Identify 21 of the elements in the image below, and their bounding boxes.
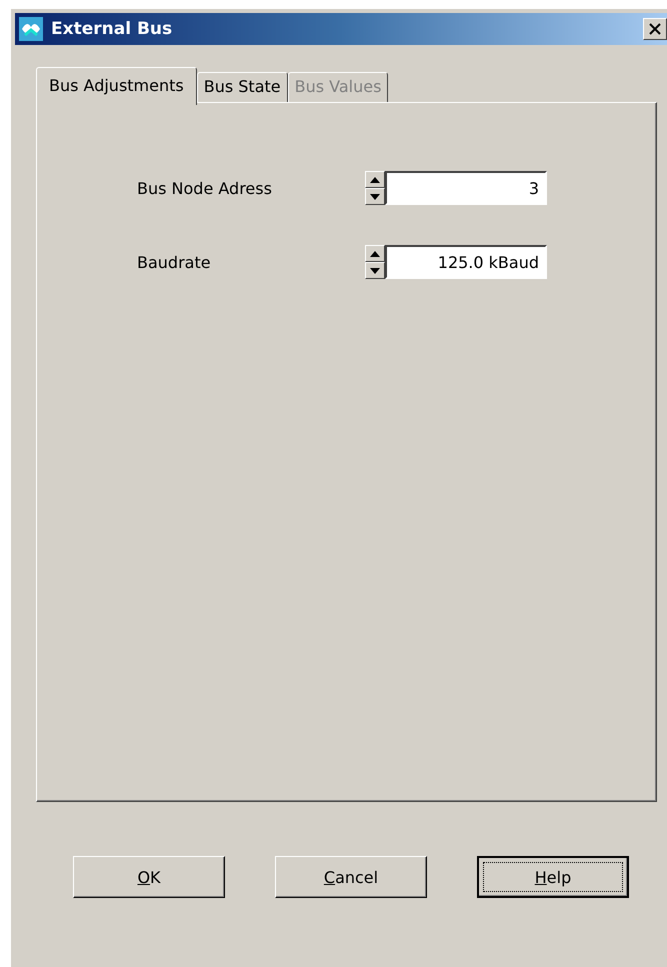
spin-up-button[interactable] [365,245,385,262]
spin-down-button[interactable] [365,262,385,279]
up-arrow-icon [370,176,380,182]
input-field[interactable]: 125.0 kBaud [385,245,547,279]
close-icon [649,23,661,35]
close-button[interactable] [643,18,667,40]
input-field[interactable]: 3 [385,171,547,205]
down-arrow-icon [370,268,380,274]
dialog-button[interactable]: OK [73,856,225,898]
up-arrow-icon [370,250,380,256]
app-icon [19,17,43,41]
spin-down-button[interactable] [365,188,385,205]
tab[interactable]: Bus Adjustments [36,67,197,105]
field-label: Bus Node Adress [137,178,273,198]
dialog-button[interactable]: Help [477,856,629,898]
field-label: Baudrate [137,252,212,272]
tab[interactable]: Bus State [196,72,288,102]
spin-up-button[interactable] [365,171,385,188]
dialog-button[interactable]: Cancel [275,856,427,898]
window-title: External Bus [51,19,174,39]
down-arrow-icon [370,194,380,200]
